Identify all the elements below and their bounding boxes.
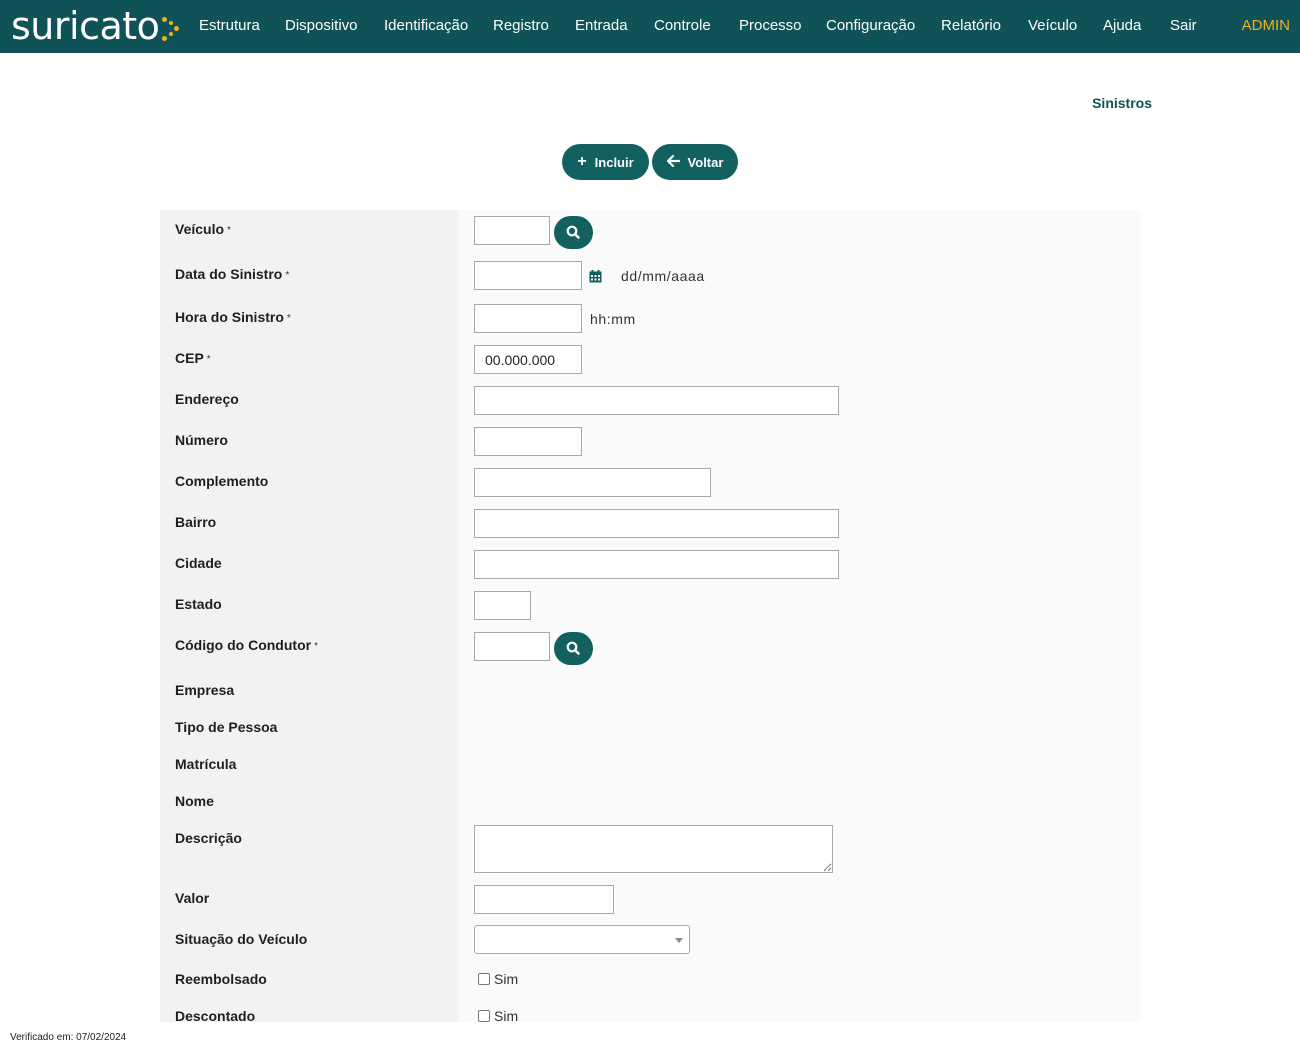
label-endereco: Endereço	[175, 391, 239, 407]
top-navbar: suricato Estrutura Dispositivo Identific…	[0, 0, 1300, 53]
estado-input[interactable]	[474, 591, 531, 620]
hora-sinistro-input[interactable]	[474, 304, 582, 333]
verified-footer: Verificado em: 07/02/2024	[10, 1032, 127, 1043]
veiculo-input[interactable]	[474, 216, 550, 245]
label-codigo-condutor: Código do Condutor *	[175, 637, 318, 653]
bairro-input[interactable]	[474, 509, 839, 538]
label-numero: Número	[175, 432, 228, 448]
nav-ajuda[interactable]: Ajuda	[1103, 17, 1141, 34]
page-title: Sinistros	[1092, 95, 1152, 111]
nav-configuracao[interactable]: Configuração	[826, 17, 915, 34]
label-matricula: Matrícula	[175, 756, 237, 772]
arrow-left-icon	[666, 154, 680, 170]
descontado-checkbox-label[interactable]: Sim	[494, 1008, 518, 1024]
label-complemento: Complemento	[175, 473, 269, 489]
search-icon	[566, 641, 580, 655]
logo-dots-icon	[160, 6, 182, 46]
descricao-textarea[interactable]	[474, 825, 833, 873]
nav-dispositivo[interactable]: Dispositivo	[285, 17, 358, 34]
cidade-input[interactable]	[474, 550, 839, 579]
condutor-search-button[interactable]	[554, 632, 593, 665]
reembolsado-checkbox-label[interactable]: Sim	[494, 971, 518, 987]
codigo-condutor-input[interactable]	[474, 632, 550, 661]
label-veiculo: Veículo *	[175, 221, 231, 237]
label-cep: CEP *	[175, 350, 211, 366]
nav-sair[interactable]: Sair	[1170, 17, 1197, 34]
endereco-input[interactable]	[474, 386, 839, 415]
label-tipo-pessoa: Tipo de Pessoa	[175, 719, 278, 735]
label-valor: Valor	[175, 890, 210, 906]
situacao-veiculo-select[interactable]	[474, 925, 690, 954]
chevron-down-icon	[675, 938, 683, 943]
cep-input[interactable]	[474, 345, 582, 374]
logo[interactable]: suricato	[11, 2, 182, 50]
label-descontado: Descontado	[175, 1008, 256, 1024]
label-empresa: Empresa	[175, 682, 235, 698]
time-format-hint: hh:mm	[590, 311, 636, 327]
complemento-input[interactable]	[474, 468, 711, 497]
valor-input[interactable]	[474, 885, 614, 914]
label-data-sinistro: Data do Sinistro *	[175, 266, 290, 282]
back-button-label: Voltar	[687, 154, 724, 170]
plus-icon: +	[577, 153, 587, 170]
numero-input[interactable]	[474, 427, 582, 456]
nav-controle[interactable]: Controle	[654, 17, 711, 34]
nav-processo[interactable]: Processo	[739, 17, 802, 34]
nav-identificacao[interactable]: Identificação	[384, 17, 468, 34]
nav-estrutura[interactable]: Estrutura	[199, 17, 260, 34]
label-hora-sinistro: Hora do Sinistro *	[175, 309, 291, 325]
reembolsado-checkbox[interactable]	[478, 973, 490, 985]
include-button[interactable]: + Incluir	[562, 144, 649, 180]
logo-text: suricato	[11, 4, 160, 48]
descontado-checkbox[interactable]	[478, 1010, 490, 1022]
nav-entrada[interactable]: Entrada	[575, 17, 628, 34]
label-descricao: Descrição	[175, 830, 242, 846]
back-button[interactable]: Voltar	[652, 144, 738, 180]
calendar-icon[interactable]	[589, 270, 602, 283]
nav-veiculo[interactable]: Veículo	[1028, 17, 1077, 34]
label-nome: Nome	[175, 793, 214, 809]
user-admin-link[interactable]: ADMIN	[1242, 17, 1290, 34]
data-sinistro-input[interactable]	[474, 261, 582, 290]
label-reembolsado: Reembolsado	[175, 971, 267, 987]
label-bairro: Bairro	[175, 514, 217, 530]
nav-relatorio[interactable]: Relatório	[941, 17, 1001, 34]
date-format-hint: dd/mm/aaaa	[621, 268, 705, 284]
search-icon	[566, 225, 580, 239]
veiculo-search-button[interactable]	[554, 216, 593, 249]
include-button-label: Incluir	[594, 154, 634, 170]
label-situacao-veiculo: Situação do Veículo	[175, 931, 308, 947]
label-cidade: Cidade	[175, 555, 222, 571]
label-estado: Estado	[175, 596, 222, 612]
nav-registro[interactable]: Registro	[493, 17, 549, 34]
